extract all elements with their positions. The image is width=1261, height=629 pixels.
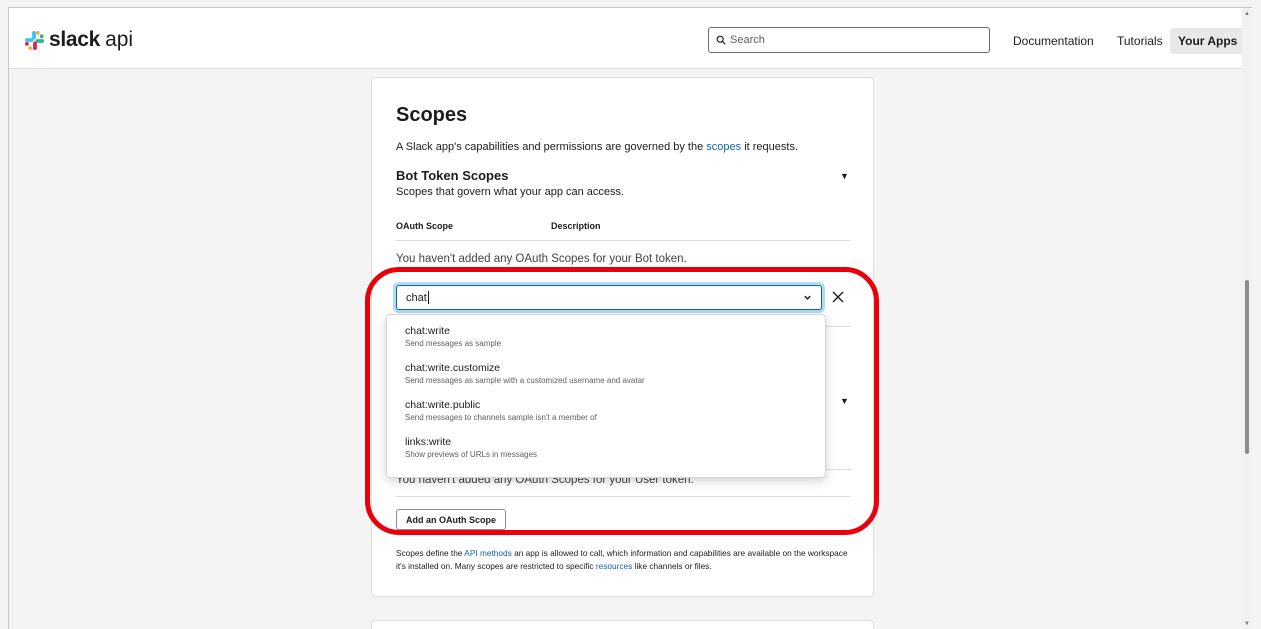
option-description: Send messages as sample with a customize…: [405, 376, 645, 385]
option-name: links:write: [405, 436, 452, 448]
browser-viewport: slack api Documentation Tutorials Your A…: [8, 7, 1252, 629]
scrollbar[interactable]: ▲ ▼: [1242, 8, 1252, 629]
option-chat-write-public[interactable]: chat:write.public Send messages to chann…: [387, 398, 825, 435]
logo-wordmark: slack: [49, 28, 101, 51]
nav-tutorials[interactable]: Tutorials: [1117, 28, 1163, 54]
option-name: chat:write.public: [405, 399, 481, 411]
scrollbar-thumb[interactable]: [1245, 280, 1249, 454]
text-cursor: [427, 291, 429, 304]
search-icon: [716, 35, 726, 45]
divider: [396, 240, 851, 241]
chevron-down-icon[interactable]: [803, 293, 812, 302]
scope-options-dropdown: chat:write Send messages as sample chat:…: [386, 314, 826, 478]
option-chat-write-customize[interactable]: chat:write.customize Send messages as sa…: [387, 361, 825, 398]
resources-link[interactable]: resources: [596, 561, 632, 571]
top-navigation-bar: slack api Documentation Tutorials Your A…: [9, 8, 1252, 69]
column-header-description: Description: [551, 221, 601, 231]
option-description: Send messages to channels sample isn't a…: [405, 413, 597, 422]
desc-text-end: it requests.: [741, 141, 798, 153]
nav-your-apps[interactable]: Your Apps: [1170, 28, 1246, 54]
option-chat-write[interactable]: chat:write Send messages as sample: [387, 324, 825, 361]
caret-down-icon[interactable]: ▼: [840, 396, 849, 406]
scopes-link[interactable]: scopes: [706, 141, 741, 153]
option-links-write[interactable]: links:write Show previews of URLs in mes…: [387, 435, 825, 472]
scroll-up-arrow-icon[interactable]: ▲: [1244, 11, 1250, 17]
search-box[interactable]: [708, 27, 990, 53]
desc-text: A Slack app's capabilities and permissio…: [396, 141, 707, 153]
option-name: chat:write: [405, 325, 450, 337]
column-header-oauth-scope: OAuth Scope: [396, 221, 454, 231]
option-description: Show previews of URLs in messages: [405, 450, 538, 459]
slack-api-logo[interactable]: slack api: [25, 28, 133, 52]
page-title: Scopes: [396, 104, 468, 126]
logo-suffix: api: [105, 28, 134, 51]
scopes-card: Scopes A Slack app's capabilities and pe…: [371, 77, 874, 597]
combobox-input-value[interactable]: chat: [406, 292, 427, 304]
caret-down-icon[interactable]: ▼: [840, 171, 849, 181]
footnote-text: like channels or files.: [632, 561, 712, 571]
nav-documentation[interactable]: Documentation: [1013, 28, 1094, 54]
add-oauth-scope-button[interactable]: Add an OAuth Scope: [396, 509, 506, 530]
scopes-description: A Slack app's capabilities and permissio…: [396, 141, 798, 153]
bot-scopes-empty-message: You haven't added any OAuth Scopes for y…: [396, 253, 687, 265]
api-methods-link[interactable]: API methods: [464, 548, 512, 558]
scopes-footnote: Scopes define the API methods an app is …: [396, 547, 856, 573]
option-description: Send messages as sample: [405, 339, 502, 348]
search-input[interactable]: [730, 34, 970, 46]
slack-logo-icon: [25, 30, 44, 50]
scope-search-combobox[interactable]: chat: [396, 285, 822, 310]
footnote-text: Scopes define the: [396, 548, 465, 558]
bot-token-scopes-subtitle: Scopes that govern what your app can acc…: [396, 186, 625, 198]
close-icon[interactable]: [831, 290, 845, 304]
next-card: [371, 620, 874, 629]
scroll-down-arrow-icon[interactable]: ▼: [1244, 621, 1250, 627]
option-name: chat:write.customize: [405, 362, 501, 374]
divider: [396, 496, 851, 497]
bot-token-scopes-title: Bot Token Scopes: [396, 168, 509, 183]
